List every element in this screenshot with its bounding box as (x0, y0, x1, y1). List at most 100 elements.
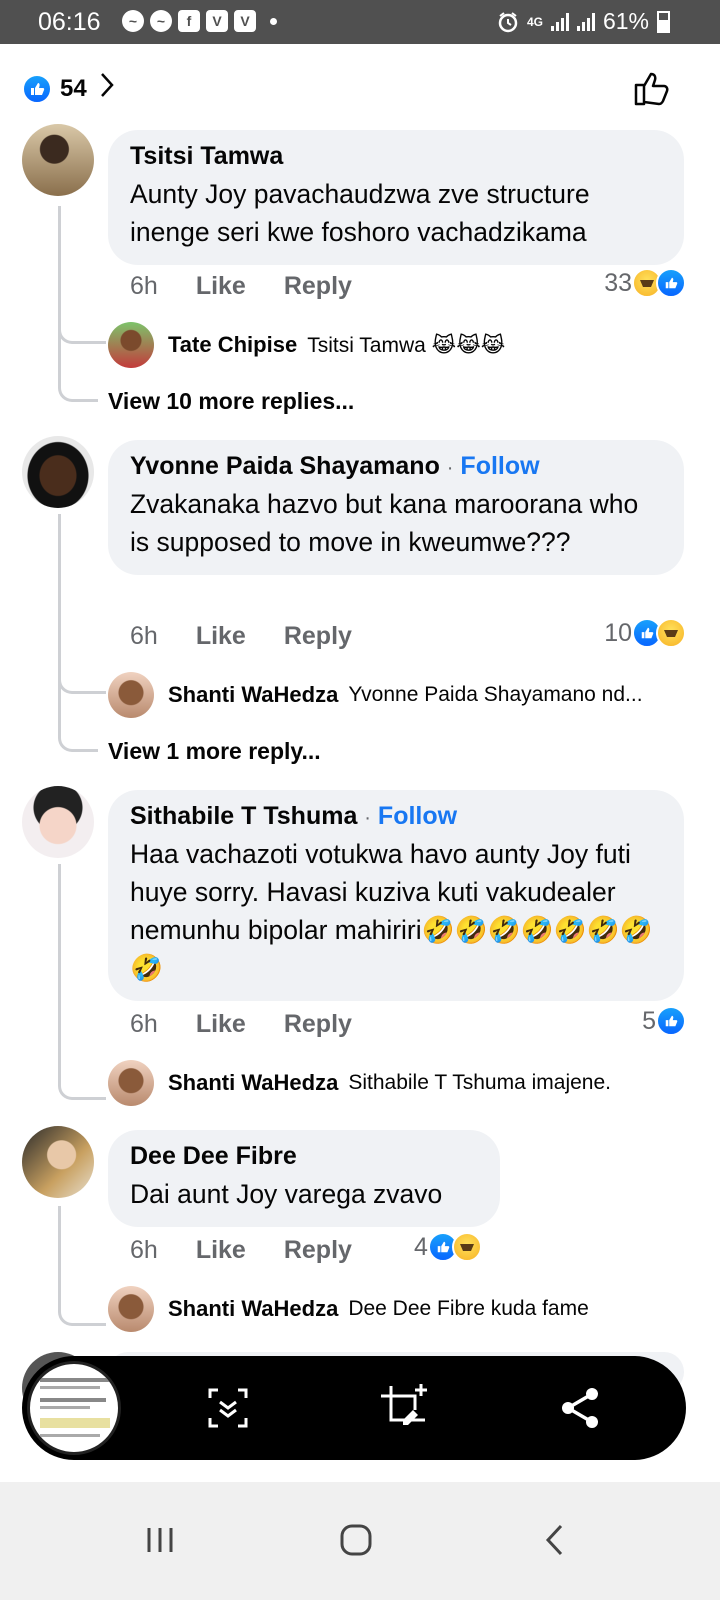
like-reaction-icon (656, 1006, 686, 1036)
navigation-bar (0, 1482, 720, 1600)
signal-icon (576, 12, 595, 31)
reply-button[interactable]: Reply (284, 1010, 352, 1039)
comment-author[interactable]: Dee Dee Fibre (130, 1142, 478, 1171)
reaction-count[interactable]: 33 (604, 268, 686, 298)
reply-button[interactable]: Reply (284, 622, 352, 651)
thread-line (58, 1206, 106, 1326)
reaction-count-value: 10 (604, 618, 632, 647)
comment-bubble: Sithabile T Tshuma · Follow Haa vachazot… (108, 790, 684, 1001)
like-reaction-icon (22, 73, 52, 104)
avatar[interactable] (108, 672, 154, 718)
haha-reaction-icon (656, 618, 686, 648)
reply-author[interactable]: Tate Chipise (168, 332, 297, 358)
view-more-replies-link[interactable]: View 10 more replies... (108, 388, 354, 415)
like-button[interactable]: Like (196, 272, 246, 301)
reactions-header: 54 (0, 44, 720, 134)
thread-line (58, 864, 106, 1100)
like-button[interactable]: Like (196, 1010, 246, 1039)
battery-icon (657, 10, 670, 33)
reply-text: Tsitsi Tamwa 😹😹😹 (307, 333, 506, 357)
comment-bubble: Tsitsi Tamwa Aunty Joy pavachaudzwa zve … (108, 130, 684, 265)
comment-time: 6h (130, 622, 158, 650)
view-more-replies-link[interactable]: View 1 more reply... (108, 738, 321, 765)
crop-edit-icon[interactable] (377, 1382, 429, 1434)
reply-author[interactable]: Shanti WaHedza (168, 1296, 338, 1322)
like-count: 54 (60, 74, 87, 102)
avatar[interactable] (108, 1286, 154, 1332)
reply-author[interactable]: Shanti WaHedza (168, 1070, 338, 1096)
reaction-summary[interactable]: 54 (22, 72, 115, 105)
reaction-count-value: 4 (414, 1232, 428, 1261)
avatar[interactable] (22, 124, 94, 196)
reaction-count-value: 5 (642, 1006, 656, 1035)
reply-text: Sithabile T Tshuma imajene. (348, 1071, 611, 1094)
share-icon[interactable] (554, 1382, 606, 1434)
avatar[interactable] (22, 436, 94, 508)
v-app-icon: V (206, 10, 228, 32)
status-bar: 06:16 ~ ~ f V V 4G 61% (0, 0, 720, 44)
comment-time: 6h (130, 1010, 158, 1038)
reply-preview[interactable]: Shanti WaHedza Sithabile T Tshuma imajen… (108, 1060, 611, 1106)
messenger-icon: ~ (122, 10, 144, 32)
reply-preview[interactable]: Shanti WaHedza Dee Dee Fibre kuda fame (108, 1286, 589, 1332)
comment-bubble: Yvonne Paida Shayamano · Follow Zvakanak… (108, 440, 684, 575)
comment-author[interactable]: Tsitsi Tamwa (130, 142, 662, 171)
comment-author: Yvonne Paida Shayamano · Follow (130, 452, 662, 481)
haha-reaction-icon (451, 1232, 482, 1262)
author-name[interactable]: Yvonne Paida Shayamano (130, 452, 440, 480)
screenshot-thumbnail[interactable] (27, 1361, 121, 1455)
reply-preview[interactable]: Shanti WaHedza Yvonne Paida Shayamano nd… (108, 672, 643, 718)
avatar[interactable] (22, 786, 94, 858)
comment-text: Dai aunt Joy varega zvavo (130, 1179, 443, 1209)
follow-button[interactable]: Follow (378, 802, 457, 830)
like-button[interactable]: Like (196, 622, 246, 651)
comment-actions: 6h Like Reply (130, 1010, 352, 1039)
network-type: 4G (526, 14, 543, 29)
comment-text: Zvakanaka hazvo but kana maroorana who i… (130, 489, 639, 557)
comment-actions: 6h Like Reply (130, 272, 352, 301)
screenshot-toolbar (22, 1356, 686, 1460)
follow-separator: · (446, 457, 454, 479)
reply-button[interactable]: Reply (284, 1236, 352, 1265)
reaction-count[interactable]: 10 (604, 618, 686, 648)
notification-icons: ~ ~ f V V (122, 10, 277, 32)
follow-button[interactable]: Follow (460, 452, 539, 480)
comment-author: Sithabile T Tshuma · Follow (130, 802, 662, 831)
comment-text: Aunty Joy pavachaudzwa zve structure ine… (130, 179, 590, 247)
thread-line (58, 514, 106, 694)
avatar[interactable] (108, 322, 154, 368)
reply-text: Dee Dee Fibre kuda fame (348, 1297, 589, 1320)
thumbs-up-outline-icon[interactable] (632, 68, 672, 108)
avatar[interactable] (22, 1126, 94, 1198)
like-button[interactable]: Like (196, 1236, 246, 1265)
reaction-count-value: 33 (604, 268, 632, 297)
comment-time: 6h (130, 1236, 158, 1264)
scroll-capture-icon[interactable] (202, 1382, 254, 1434)
reply-button[interactable]: Reply (284, 272, 352, 301)
author-name[interactable]: Sithabile T Tshuma (130, 802, 357, 830)
reply-text: Yvonne Paida Shayamano nd... (348, 683, 643, 706)
like-reaction-icon (656, 268, 686, 298)
v-app-icon: V (234, 10, 256, 32)
recents-icon[interactable] (130, 1510, 190, 1570)
facebook-icon: f (178, 10, 200, 32)
follow-separator: · (364, 807, 371, 829)
comment-text: Haa vachazoti votukwa havo aunty Joy fut… (130, 839, 653, 983)
alarm-icon (498, 11, 518, 32)
comment-time: 6h (130, 272, 158, 300)
thread-line (58, 206, 106, 344)
reaction-count[interactable]: 5 (642, 1006, 686, 1036)
reply-preview[interactable]: Tate Chipise Tsitsi Tamwa 😹😹😹 (108, 322, 505, 368)
comment-actions: 6h Like Reply (130, 622, 352, 651)
reply-author[interactable]: Shanti WaHedza (168, 682, 338, 708)
status-right: 4G 61% (497, 8, 670, 35)
home-icon[interactable] (326, 1510, 386, 1570)
status-time: 06:16 (38, 8, 101, 36)
avatar[interactable] (108, 1060, 154, 1106)
reaction-count[interactable]: 4 (414, 1232, 482, 1262)
back-icon[interactable] (524, 1510, 584, 1570)
comment-actions: 6h Like Reply (130, 1236, 352, 1265)
battery-percent: 61% (602, 8, 649, 34)
messenger-icon: ~ (150, 10, 172, 32)
signal-icon (550, 12, 569, 31)
